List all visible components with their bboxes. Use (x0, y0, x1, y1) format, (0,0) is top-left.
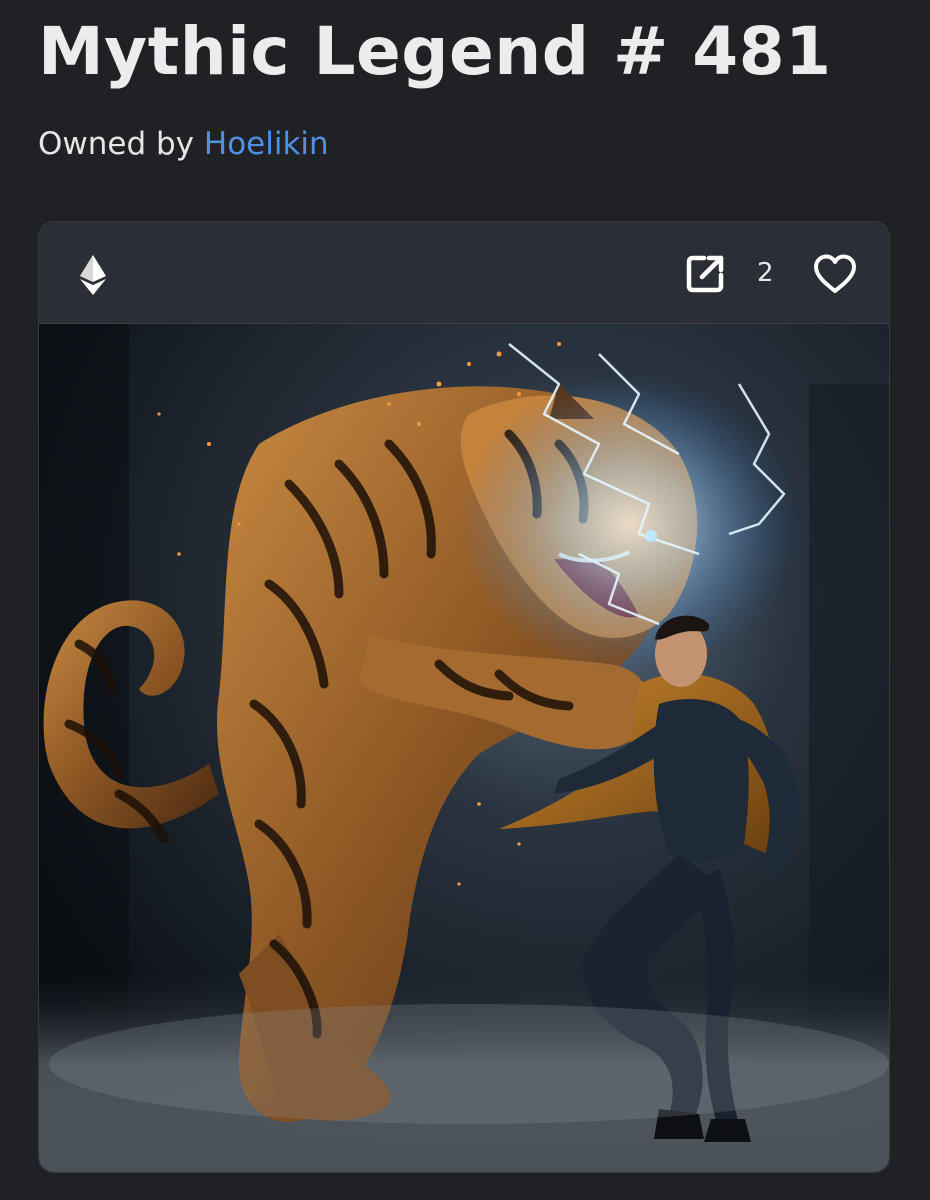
external-link-icon[interactable] (684, 253, 726, 295)
ethereum-icon (80, 255, 106, 295)
nft-card: 2 (38, 221, 890, 1173)
owned-by-label: Owned by (38, 126, 195, 162)
heart-outline-icon[interactable] (812, 253, 858, 295)
page-title: Mythic Legend # 481 (38, 13, 832, 90)
like-count: 2 (757, 258, 774, 288)
owner-line: Owned by Hoelikin (38, 124, 329, 164)
card-header: 2 (39, 222, 889, 324)
nft-artwork-image (39, 324, 889, 1172)
owner-link[interactable]: Hoelikin (204, 126, 329, 162)
nft-detail-page: Mythic Legend # 481 Owned by Hoelikin 2 (0, 0, 930, 1200)
